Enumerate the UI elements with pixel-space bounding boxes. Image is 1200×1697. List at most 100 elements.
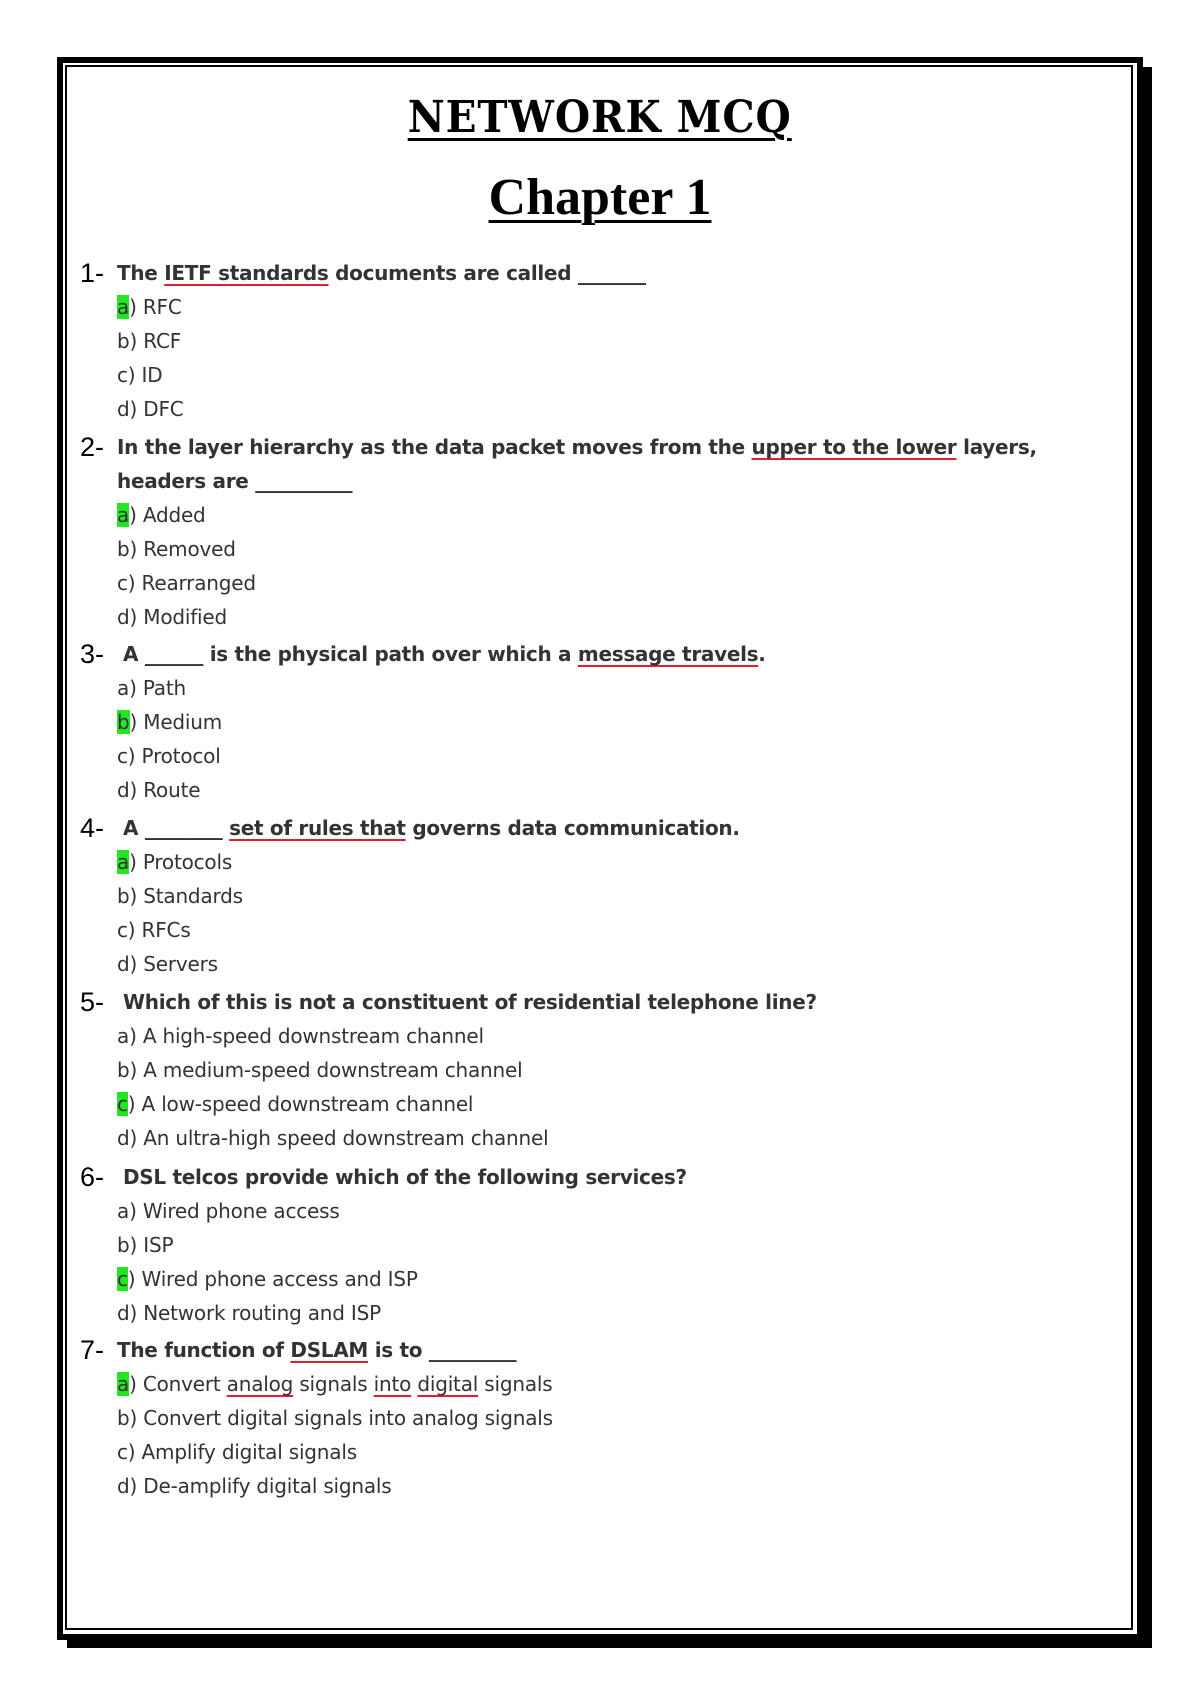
question-7: 7- The function of DSLAM is to _________ a… bbox=[80, 1333, 1120, 1503]
option-text: signals bbox=[478, 1372, 553, 1396]
option-text: signals bbox=[293, 1372, 374, 1396]
option-letter: d bbox=[117, 1126, 130, 1150]
question-text: A ______ is the physical path over which… bbox=[123, 637, 1120, 671]
option-a: a) Added bbox=[117, 498, 1120, 532]
option-text: ) Amplify digital signals bbox=[127, 1440, 357, 1464]
option-b: b) Medium bbox=[117, 705, 1120, 739]
question-6: 6- DSL telcos provide which of the follow… bbox=[80, 1160, 1120, 1330]
option-d: d) An ultra-high speed downstream channe… bbox=[117, 1121, 1120, 1155]
question-text-part: The function of bbox=[117, 1338, 291, 1362]
option-letter: d bbox=[117, 605, 130, 629]
correct-answer-highlight: a bbox=[117, 850, 130, 874]
option-text: ) A high-speed downstream channel bbox=[129, 1024, 484, 1048]
option-a: a) Protocols bbox=[117, 845, 1120, 879]
option-letter: d bbox=[117, 397, 130, 421]
option-c: c) Rearranged bbox=[117, 566, 1120, 600]
question-text-part: governs data communication. bbox=[405, 816, 740, 840]
question-4: 4- A ________ set of rules that governs d… bbox=[80, 811, 1120, 981]
option-c: c) Protocol bbox=[117, 739, 1120, 773]
question-text-part: The bbox=[117, 261, 165, 285]
option-c: c) Wired phone access and ISP bbox=[117, 1262, 1120, 1296]
option-d: d) Servers bbox=[117, 947, 1120, 981]
spellcheck-underlined-text: digital bbox=[417, 1372, 479, 1396]
option-a: a) Wired phone access bbox=[117, 1194, 1120, 1228]
question-number: 4- bbox=[80, 813, 105, 843]
option-letter: c bbox=[117, 744, 128, 768]
option-text: ) RFCs bbox=[127, 918, 191, 942]
option-text: ) A low-speed downstream channel bbox=[127, 1092, 474, 1116]
option-b: b) A medium-speed downstream channel bbox=[117, 1053, 1120, 1087]
option-letter: c bbox=[117, 1440, 128, 1464]
question-text-part: is to _________ bbox=[368, 1338, 517, 1362]
option-letter: b bbox=[117, 884, 130, 908]
correct-answer-highlight: c bbox=[117, 1267, 128, 1291]
document-title: NETWORK MCQ bbox=[407, 92, 793, 143]
question-number: 1- bbox=[80, 258, 105, 288]
document-title-wrap: NETWORK MCQ bbox=[0, 92, 1200, 143]
spellcheck-underlined-text: message travels bbox=[577, 642, 759, 666]
option-a: a) RFC bbox=[117, 290, 1120, 324]
option-text: ) RFC bbox=[129, 295, 182, 319]
chapter-heading-wrap: Chapter 1 bbox=[0, 168, 1200, 227]
option-text: ) De-amplify digital signals bbox=[129, 1474, 392, 1498]
question-text-part: Which of this is not a constituent of re… bbox=[123, 990, 817, 1014]
question-text: A ________ set of rules that governs dat… bbox=[123, 811, 1120, 845]
option-d: d) Modified bbox=[117, 600, 1120, 634]
spellcheck-underlined-text: analog bbox=[226, 1372, 294, 1396]
option-b: b) ISP bbox=[117, 1228, 1120, 1262]
option-letter: a bbox=[117, 676, 130, 700]
question-number: 2- bbox=[80, 432, 105, 462]
option-d: d) Network routing and ISP bbox=[117, 1296, 1120, 1330]
option-letter: d bbox=[117, 952, 130, 976]
spellcheck-underlined-text: IETF standards bbox=[164, 261, 329, 285]
correct-answer-highlight: b bbox=[117, 710, 130, 734]
chapter-heading: Chapter 1 bbox=[488, 169, 712, 226]
question-3: 3- A ______ is the physical path over whi… bbox=[80, 637, 1120, 807]
question-text: The IETF standards documents are called … bbox=[117, 256, 1120, 290]
correct-answer-highlight: a bbox=[117, 503, 130, 527]
option-c: c) ID bbox=[117, 358, 1120, 392]
option-text: ) DFC bbox=[129, 397, 184, 421]
option-letter: d bbox=[117, 1301, 130, 1325]
option-letter: b bbox=[117, 1058, 130, 1082]
question-1: 1- The IETF standards documents are calle… bbox=[80, 256, 1120, 426]
option-d: d) DFC bbox=[117, 392, 1120, 426]
question-text: DSL telcos provide which of the followin… bbox=[123, 1160, 1120, 1194]
option-text: ) Route bbox=[129, 778, 201, 802]
option-b: b) Convert digital signals into analog s… bbox=[117, 1401, 1120, 1435]
option-text: ) An ultra-high speed downstream channel bbox=[129, 1126, 549, 1150]
option-letter: b bbox=[117, 329, 130, 353]
question-text: In the layer hierarchy as the data packe… bbox=[117, 430, 1120, 498]
option-letter: b bbox=[117, 1233, 130, 1257]
option-text: ) Protocols bbox=[129, 850, 233, 874]
option-text: ) Path bbox=[129, 676, 186, 700]
option-letter: a bbox=[117, 1199, 130, 1223]
spellcheck-underlined-text: DSLAM bbox=[290, 1338, 369, 1362]
option-text: ) Modified bbox=[129, 605, 228, 629]
option-text: ) Added bbox=[129, 503, 206, 527]
option-letter: c bbox=[117, 363, 128, 387]
option-text: ) Servers bbox=[129, 952, 219, 976]
option-a: a) Convert analog signals into digital s… bbox=[117, 1367, 1120, 1401]
question-text: Which of this is not a constituent of re… bbox=[123, 985, 1120, 1019]
question-number: 3- bbox=[80, 639, 105, 669]
option-letter: c bbox=[117, 571, 128, 595]
option-text: ) Convert bbox=[129, 1372, 227, 1396]
option-text: ) Network routing and ISP bbox=[129, 1301, 382, 1325]
question-text-part: A ________ bbox=[123, 816, 230, 840]
option-letter: d bbox=[117, 1474, 130, 1498]
question-text-part: documents are called _______ bbox=[328, 261, 646, 285]
option-text: ) Standards bbox=[129, 884, 244, 908]
option-text: ) A medium-speed downstream channel bbox=[129, 1058, 523, 1082]
option-c: c) A low-speed downstream channel bbox=[117, 1087, 1120, 1121]
option-letter: a bbox=[117, 1024, 130, 1048]
correct-answer-highlight: a bbox=[117, 295, 130, 319]
question-5: 5- Which of this is not a constituent of … bbox=[80, 985, 1120, 1155]
question-text-part: In the layer hierarchy as the data packe… bbox=[117, 435, 752, 459]
option-letter: b bbox=[117, 537, 130, 561]
spellcheck-underlined-text: into bbox=[373, 1372, 412, 1396]
option-d: d) De-amplify digital signals bbox=[117, 1469, 1120, 1503]
option-text: ) Wired phone access bbox=[129, 1199, 340, 1223]
option-text: ) Medium bbox=[129, 710, 223, 734]
option-b: b) Removed bbox=[117, 532, 1120, 566]
